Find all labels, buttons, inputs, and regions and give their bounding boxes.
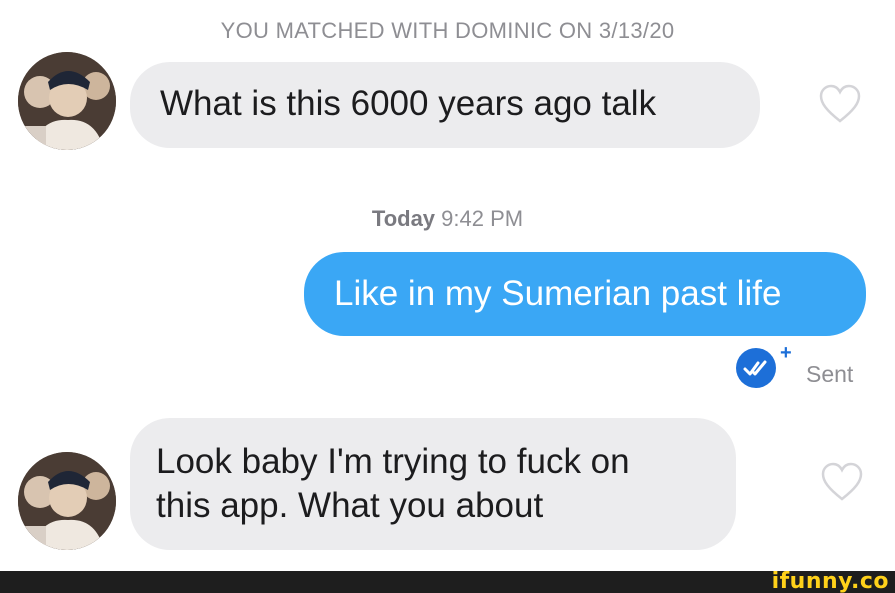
avatar[interactable] — [18, 52, 116, 150]
message-timestamp: Today 9:42 PM — [0, 206, 895, 232]
footer-bar: ifunny.co — [0, 569, 895, 593]
message-bubble-incoming[interactable]: Look baby I'm trying to fuck on this app… — [130, 418, 736, 550]
message-text-line: Look baby I'm trying to fuck on — [156, 442, 630, 481]
message-bubble-incoming[interactable]: What is this 6000 years ago talk — [130, 62, 760, 148]
avatar-photo-icon — [18, 452, 116, 550]
heart-icon[interactable] — [818, 84, 862, 124]
heart-icon[interactable] — [820, 462, 864, 502]
plus-icon: + — [780, 342, 792, 364]
timestamp-day: Today — [371, 206, 436, 231]
avatar-photo-icon — [18, 52, 116, 150]
double-check-icon — [736, 348, 776, 388]
message-text-line: this app. What you about — [156, 486, 544, 525]
message-bubble-outgoing[interactable]: Like in my Sumerian past life — [304, 252, 866, 336]
message-text: What is this 6000 years ago talk — [160, 84, 657, 123]
watermark-logo: ifunny.co — [771, 569, 889, 593]
message-text: Like in my Sumerian past life — [334, 274, 782, 313]
match-header: YOU MATCHED WITH DOMINIC ON 3/13/20 — [220, 18, 675, 43]
avatar[interactable] — [18, 452, 116, 550]
sent-status: Sent — [806, 361, 854, 387]
chat-screen: YOU MATCHED WITH DOMINIC ON 3/13/20 What… — [0, 0, 895, 593]
timestamp-time: 9:42 PM — [441, 206, 524, 231]
